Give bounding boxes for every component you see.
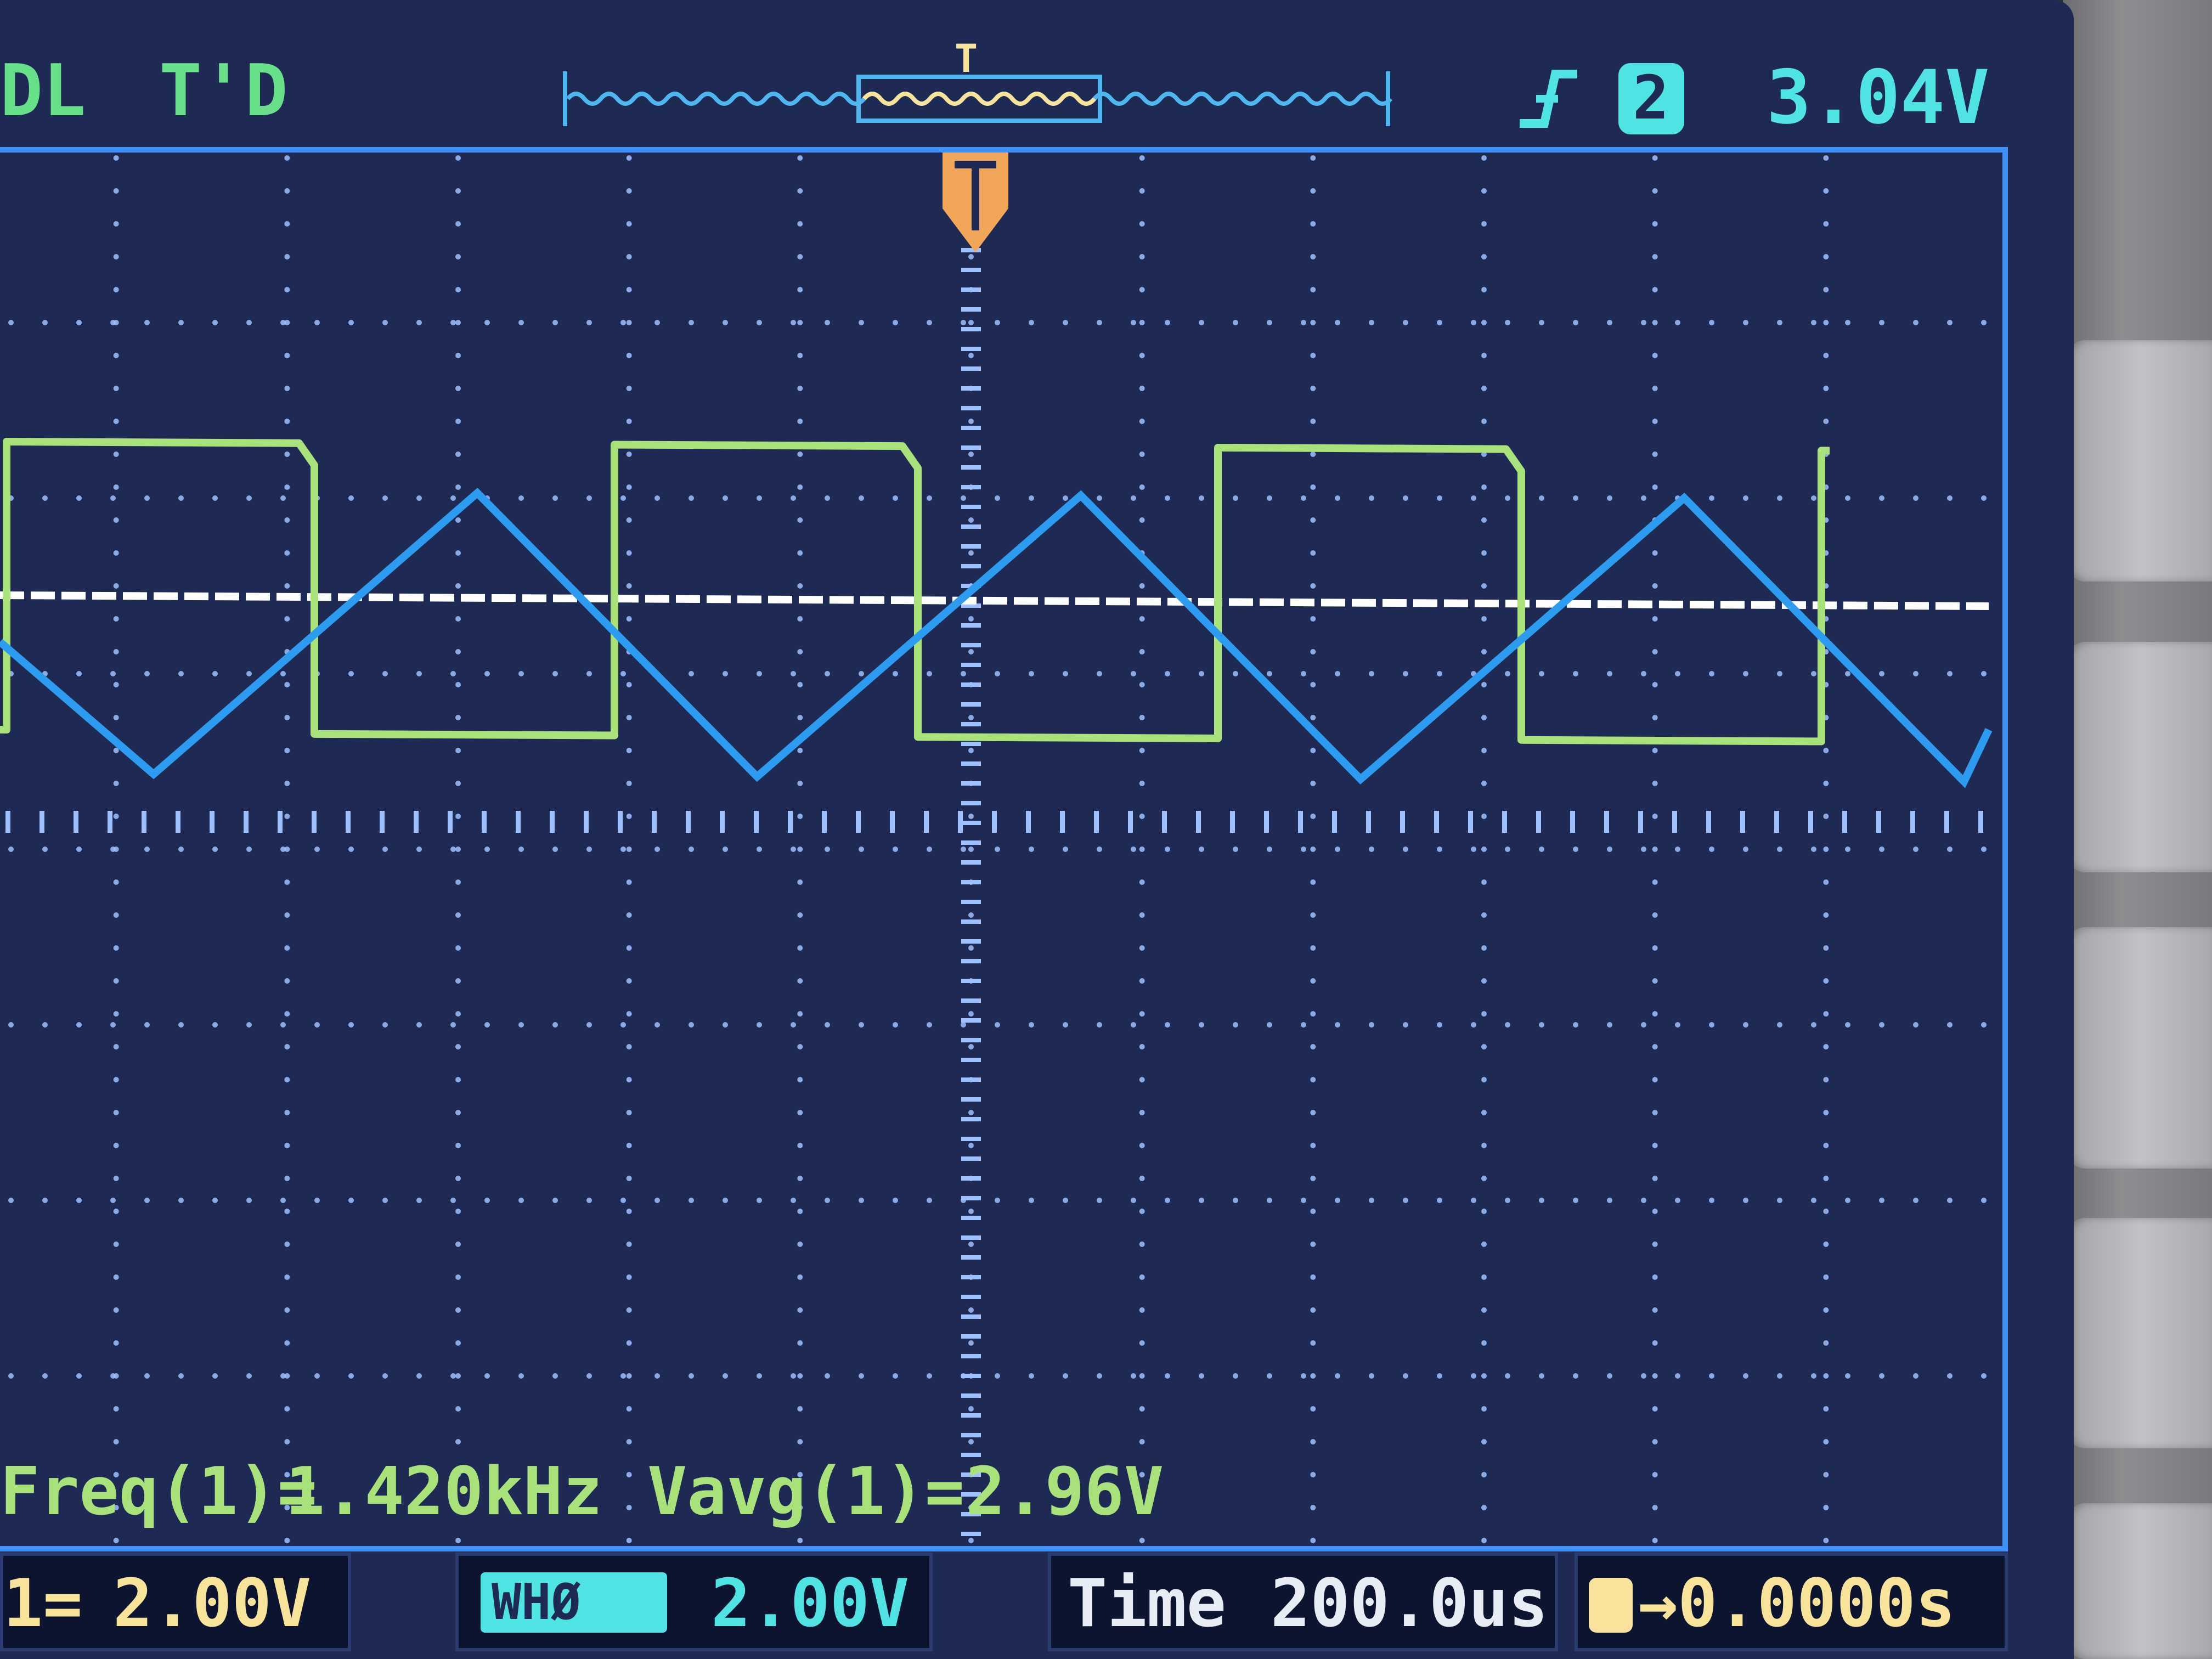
- scope-screen: DL T'D T 2 3.04V Freq(1)= 1.420kHz Vavg(…: [0, 0, 2074, 1659]
- vavg-value: 2.96V: [966, 1454, 1164, 1530]
- trigger-offset-value: →0.0000s: [1638, 1566, 1955, 1642]
- channel-1-scale-box[interactable]: 1= 2.00V: [0, 1553, 351, 1651]
- channel-2-scale: 2.00V: [711, 1566, 910, 1642]
- channel-2-bandwidth-badge: WHØ: [481, 1572, 667, 1633]
- timebase-box[interactable]: Time 200.0us: [1048, 1553, 1558, 1651]
- softkey-2-button[interactable]: [2068, 642, 2212, 872]
- timebase-value: 200.0us: [1271, 1566, 1548, 1642]
- timebase-label: Time: [1068, 1566, 1226, 1642]
- frequency-label: Freq(1)=: [0, 1454, 317, 1530]
- channel-2-badge-label: WHØ: [492, 1573, 581, 1631]
- softkey-4-button[interactable]: [2068, 1218, 2212, 1448]
- vavg-label: Vavg(1)=: [647, 1454, 964, 1530]
- trigger-offset-box[interactable]: →0.0000s: [1575, 1553, 2008, 1651]
- frequency-value: 1.420kHz: [285, 1454, 602, 1530]
- graticule-frame: [0, 147, 2008, 1551]
- softkey-5-button[interactable]: [2068, 1503, 2212, 1659]
- channel-1-coupling-icon: 1=: [3, 1566, 83, 1642]
- trigger-offset-icon: [1589, 1578, 1633, 1633]
- channel-2-scale-box[interactable]: WHØ 2.00V: [455, 1553, 933, 1651]
- channel-1-scale: 2.00V: [113, 1566, 312, 1642]
- softkey-3-button[interactable]: [2068, 927, 2212, 1169]
- softkey-1-button[interactable]: [2068, 340, 2212, 582]
